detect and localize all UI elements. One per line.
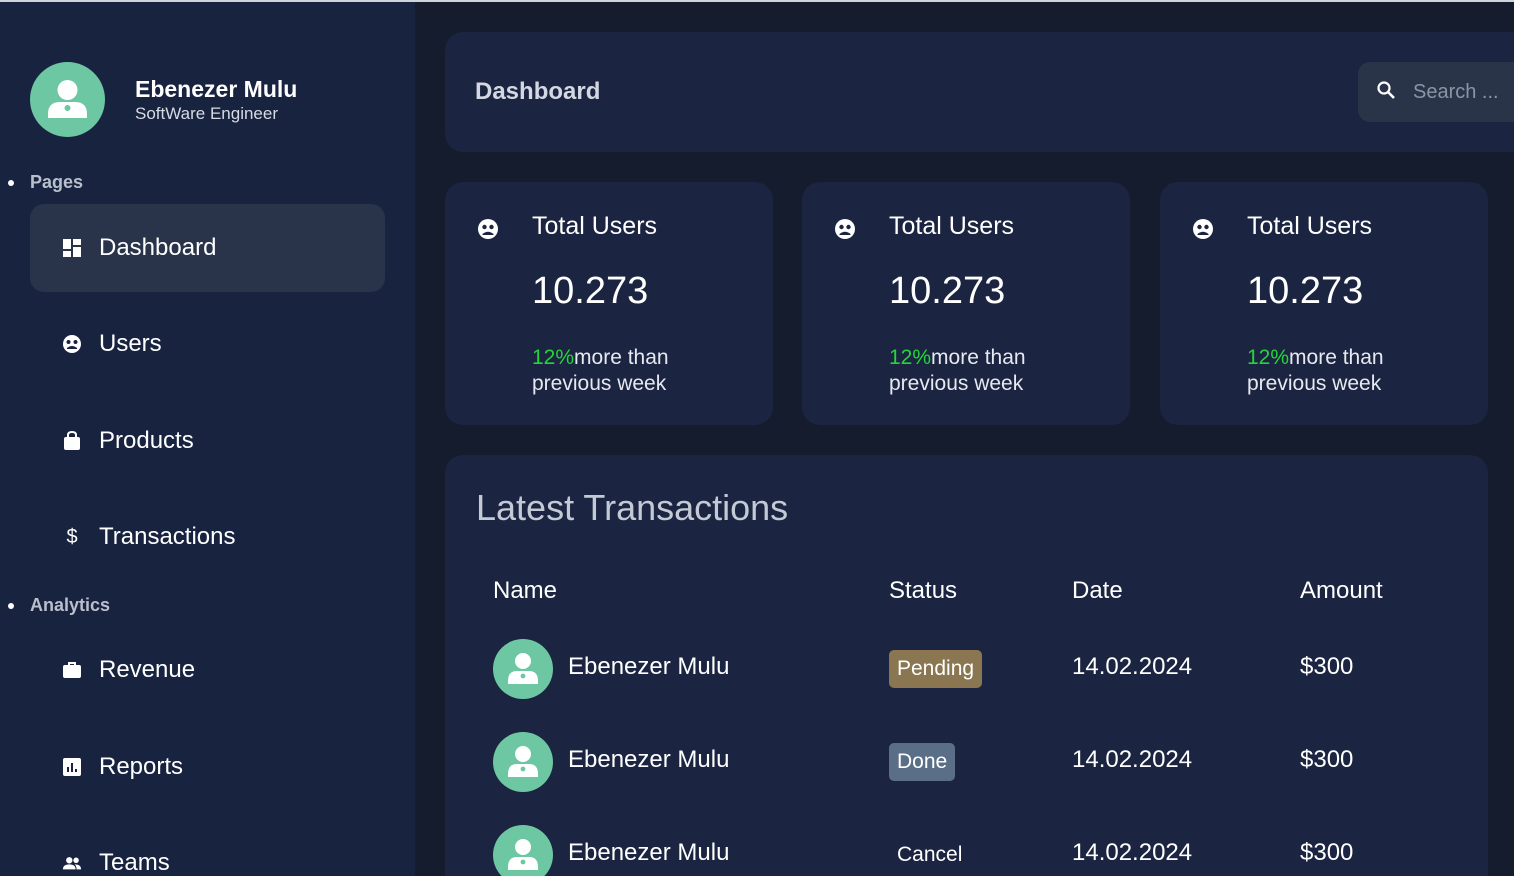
sidebar: Ebenezer Mulu SoftWare Engineer Pages Da… (0, 2, 415, 876)
stat-card: Total Users 10.273 12%more than previous… (445, 182, 773, 425)
avatar (493, 732, 553, 792)
sidebar-item-users[interactable]: Users (30, 300, 385, 388)
stat-card: Total Users 10.273 12%more than previous… (1160, 182, 1488, 425)
stat-value: 10.273 (889, 270, 1006, 312)
stat-percentage: 12% (1247, 346, 1290, 369)
profile-name: Ebenezer Mulu (135, 75, 298, 102)
avatar (30, 62, 105, 137)
stat-percentage: 12% (532, 346, 575, 369)
dollar-icon: $ (66, 525, 78, 548)
status-badge: Cancel (897, 843, 963, 866)
sidebar-item-products[interactable]: Products (30, 397, 385, 485)
stat-note: 12%more than previous week (1247, 345, 1447, 397)
transaction-date: 14.02.2024 (1072, 653, 1193, 680)
status-badge: Pending (889, 650, 983, 688)
sidebar-item-label: Teams (99, 849, 170, 876)
stat-value: 10.273 (532, 270, 649, 312)
stat-card: Total Users 10.273 12%more than previous… (802, 182, 1130, 425)
transaction-date: 14.02.2024 (1072, 839, 1193, 866)
sidebar-item-teams[interactable]: Teams (30, 819, 385, 876)
avatar (493, 825, 553, 876)
table-row[interactable]: Ebenezer Mulu Pending 14.02.2024 $300 (445, 637, 1488, 701)
search-box[interactable] (1358, 62, 1514, 122)
transaction-amount: $300 (1300, 746, 1354, 773)
user-avatar-icon (508, 746, 538, 777)
sidebar-item-reports[interactable]: Reports (30, 723, 385, 811)
stat-title: Total Users (532, 212, 658, 240)
sidebar-item-label: Reports (99, 753, 184, 780)
sidebar-item-label: Transactions (99, 523, 236, 550)
column-header-date[interactable]: Date (1072, 577, 1123, 605)
search-icon (1376, 80, 1396, 105)
dashboard-icon (62, 238, 82, 258)
stat-value: 10.273 (1247, 270, 1364, 312)
users-icon (478, 219, 498, 239)
section-analytics: Analytics (8, 595, 110, 616)
stat-title: Total Users (889, 212, 1015, 240)
sidebar-item-label: Revenue (99, 656, 196, 683)
status-badge: Done (889, 743, 956, 781)
stat-note: 12%more than previous week (532, 345, 732, 397)
sidebar-item-label: Products (99, 427, 194, 454)
search-input[interactable] (1413, 80, 1514, 104)
sidebar-item-label: Users (99, 330, 162, 357)
transaction-amount: $300 (1300, 653, 1354, 680)
users-icon (62, 334, 82, 354)
transaction-name: Ebenezer Mulu (568, 839, 730, 866)
briefcase-icon (62, 660, 82, 680)
users-icon (835, 219, 855, 239)
transaction-amount: $300 (1300, 839, 1354, 866)
bullet-icon (8, 179, 14, 186)
stat-note: 12%more than previous week (889, 345, 1089, 397)
profile[interactable]: Ebenezer Mulu SoftWare Engineer (30, 62, 297, 137)
user-avatar-icon (508, 839, 538, 870)
section-analytics-label: Analytics (30, 595, 111, 615)
sidebar-item-label: Dashboard (99, 234, 217, 261)
people-icon (62, 853, 82, 873)
table-row[interactable]: Ebenezer Mulu Done 14.02.2024 $300 (445, 730, 1488, 794)
sidebar-item-dashboard[interactable]: Dashboard (30, 204, 385, 292)
section-title: Latest Transactions (476, 487, 789, 528)
user-avatar-icon (48, 80, 87, 118)
header: Dashboard (445, 32, 1514, 152)
page-title: Dashboard (475, 78, 601, 105)
table-row[interactable]: Ebenezer Mulu Cancel 14.02.2024 $300 (445, 823, 1488, 876)
user-avatar-icon (508, 653, 538, 684)
column-header-status[interactable]: Status (889, 577, 957, 605)
section-pages: Pages (8, 172, 83, 193)
transaction-name: Ebenezer Mulu (568, 746, 730, 773)
sidebar-item-transactions[interactable]: $ Transactions (30, 493, 385, 581)
shopping-bag-icon (62, 431, 82, 451)
column-header-amount[interactable]: Amount (1300, 577, 1383, 605)
bullet-icon (8, 602, 14, 609)
avatar (493, 639, 553, 699)
sidebar-item-revenue[interactable]: Revenue (30, 626, 385, 714)
section-pages-label: Pages (30, 172, 84, 192)
stat-title: Total Users (1247, 212, 1373, 240)
transaction-date: 14.02.2024 (1072, 746, 1193, 773)
column-header-name[interactable]: Name (493, 577, 557, 605)
latest-transactions-card: Latest Transactions Name Status Date Amo… (445, 455, 1488, 876)
report-icon (62, 757, 82, 777)
users-icon (1193, 219, 1213, 239)
stat-percentage: 12% (889, 346, 932, 369)
profile-role: SoftWare Engineer (135, 103, 278, 123)
transaction-name: Ebenezer Mulu (568, 653, 730, 680)
